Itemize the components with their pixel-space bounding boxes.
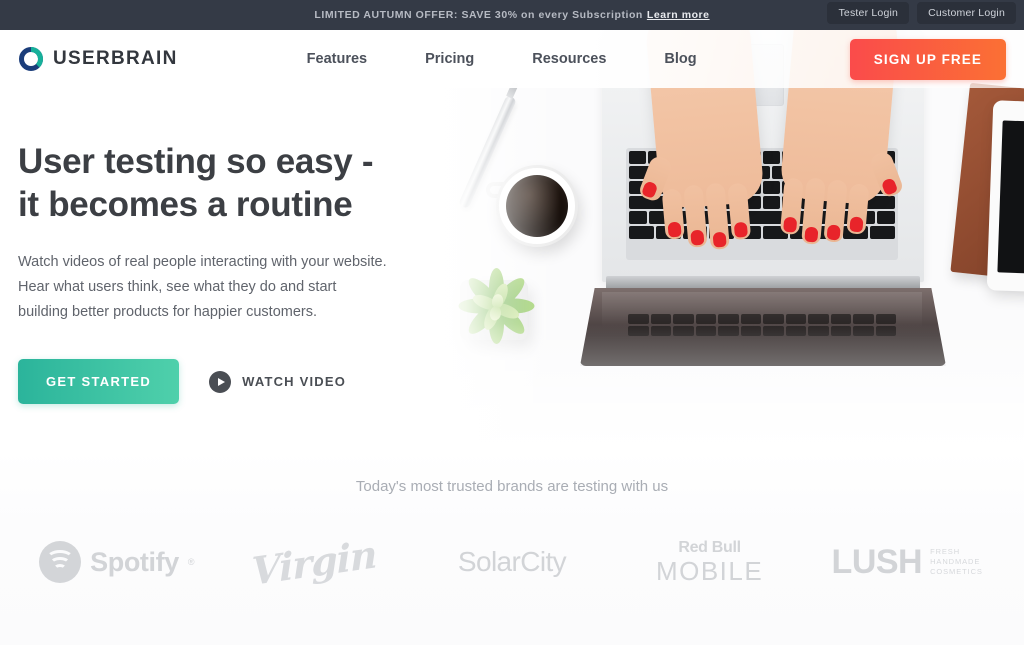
plant-pot [460,280,528,340]
nav-item-features[interactable]: Features [278,51,396,67]
pen-object [458,94,517,210]
lush-tagline: FRESH HANDMADE COSMETICS [930,547,983,577]
tablet-screen [997,120,1024,276]
lush-tagline-line-3: COSMETICS [930,567,983,576]
brand-logo-lush: LUSH FRESH HANDMADE COSMETICS [808,527,1006,597]
tablet-device [986,100,1024,294]
hero-content: User testing so easy - it becomes a rout… [18,140,428,404]
hero-paragraph: Watch videos of real people interacting … [18,250,428,325]
spotify-registered-mark: ® [187,557,195,567]
play-icon [209,370,232,393]
laptop-keyboard [626,148,898,260]
coffee-liquid [506,175,568,237]
paragraph-line-3: building better products for happier cus… [18,304,318,320]
announcement-learn-more-link[interactable]: Learn more [647,9,710,21]
laptop-hinge [606,276,920,292]
userbrain-ring-icon [18,46,44,72]
laptop-keyboard-reflection [626,312,898,350]
landing-page: LIMITED AUTUMN OFFER: SAVE 30% on every … [0,0,1024,668]
announcement-message: LIMITED AUTUMN OFFER: SAVE 30% on every … [314,9,643,21]
brand-logo-redbull-mobile: Red Bull MOBILE [611,527,809,597]
lush-tagline-line-1: FRESH [930,547,961,556]
coffee-cup-handle [486,182,506,198]
brand-logo-row: Spotify ® Virgin SolarCity Red Bull MOBI… [18,527,1006,597]
leather-notebook [950,82,1024,284]
solarcity-wordmark: SolarCity [457,546,567,577]
headline-line-2: it becomes a routine [18,185,353,224]
page-footer-spacer [0,645,1024,668]
login-button-group: Tester Login Customer Login [827,2,1016,24]
virgin-wordmark: Virgin [251,530,378,594]
announcement-text: LIMITED AUTUMN OFFER: SAVE 30% on every … [314,9,709,21]
succulent-plant [448,258,544,354]
watch-video-label: WATCH VIDEO [242,374,347,389]
coffee-cup [496,165,578,247]
get-started-button[interactable]: GET STARTED [18,359,180,404]
brand-logo-solarcity: SolarCity [413,527,611,597]
page-title: User testing so easy - it becomes a rout… [18,140,428,226]
paragraph-line-1: Watch videos of real people interacting … [18,254,387,270]
nav-item-pricing[interactable]: Pricing [396,51,503,67]
announcement-bar: LIMITED AUTUMN OFFER: SAVE 30% on every … [0,0,1024,30]
logo[interactable]: USERBRAIN [18,46,178,72]
tester-login-button[interactable]: Tester Login [827,2,910,24]
paragraph-line-2: Hear what users think, see what they do … [18,279,337,295]
redbull-mobile-wordmark: MOBILE [655,556,764,586]
spotify-icon [39,541,82,583]
laptop-screen [580,288,946,366]
brand-logo-spotify: Spotify ® [18,527,216,597]
sign-up-free-button[interactable]: SIGN UP FREE [849,39,1006,80]
spotify-wordmark: Spotify [90,546,179,577]
watch-video-button[interactable]: WATCH VIDEO [209,370,347,393]
nav-item-resources[interactable]: Resources [503,51,635,67]
laptop-screen-reflection [602,292,922,328]
main-navigation: Features Pricing Resources Blog [278,51,726,67]
hero-image [430,30,1024,450]
customer-login-button[interactable]: Customer Login [917,2,1016,24]
trusted-brands-title: Today's most trusted brands are testing … [355,478,669,495]
site-header: USERBRAIN Features Pricing Resources Blo… [0,30,1024,88]
nav-item-blog[interactable]: Blog [635,51,725,67]
hero-cta-row: GET STARTED WATCH VIDEO [18,359,428,404]
redbull-wordmark: Red Bull [678,539,741,556]
lush-tagline-line-2: HANDMADE [930,557,981,566]
lush-wordmark: LUSH [831,542,923,581]
trusted-brands-section: Today's most trusted brands are testing … [0,450,1024,645]
headline-line-1: User testing so easy - [18,142,374,181]
logo-text: USERBRAIN [53,48,178,69]
brand-logo-virgin: Virgin [216,527,414,597]
